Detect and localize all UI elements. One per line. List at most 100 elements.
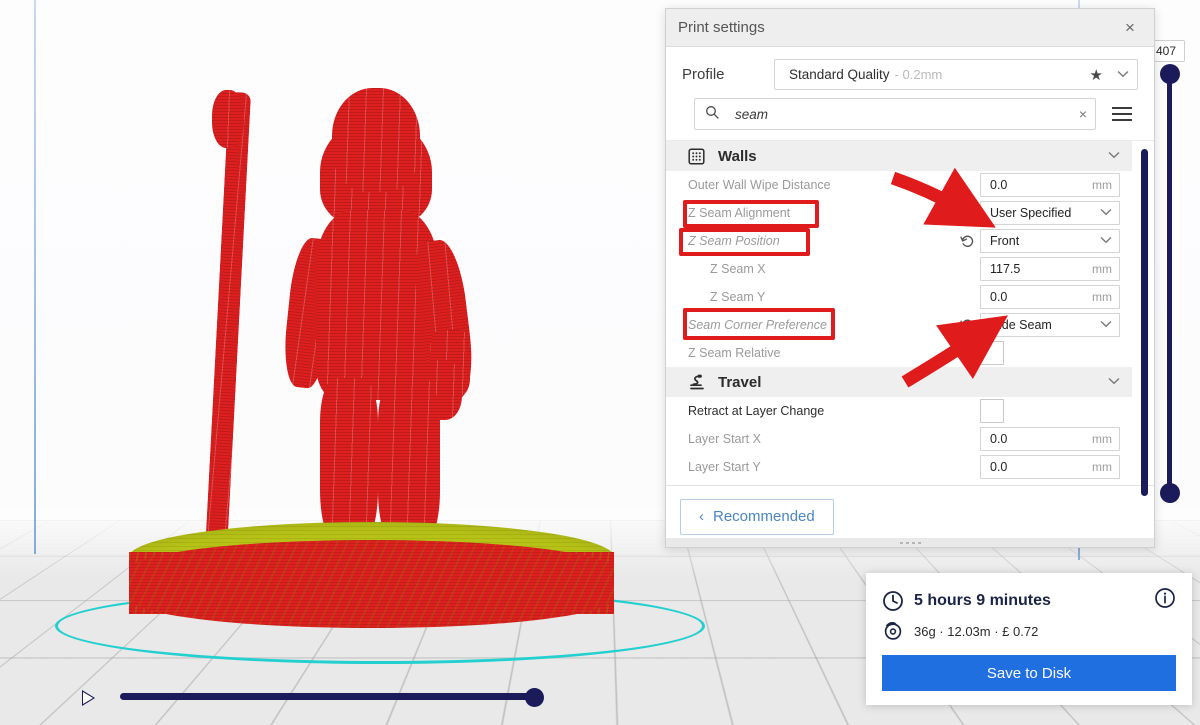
playback-slider-handle[interactable]: [525, 688, 544, 707]
setting-row[interactable]: Z Seam Y 0.0 mm: [666, 283, 1132, 311]
layer-slider-track[interactable]: [1167, 70, 1172, 502]
revert-icon[interactable]: [954, 234, 980, 249]
setting-label: Z Seam Position: [688, 234, 780, 248]
print-settings-panel: Print settings × Profile Standard Qualit…: [665, 8, 1155, 548]
settings-visibility-menu-icon[interactable]: [1106, 107, 1138, 121]
layer-slider-lower-handle[interactable]: [1160, 483, 1180, 503]
chevron-down-icon[interactable]: [1100, 319, 1112, 331]
setting-row[interactable]: Retract at Layer Change: [666, 397, 1132, 425]
model-base-bottom: [129, 540, 614, 628]
setting-label: Z Seam X: [710, 262, 766, 276]
sliced-model[interactable]: [120, 60, 620, 628]
chevron-left-icon: ‹: [699, 508, 704, 525]
setting-value: 0.0: [990, 460, 1008, 474]
print-time-value: 5 hours 9 minutes: [914, 591, 1051, 609]
setting-row[interactable]: Z Seam X 117.5 mm: [666, 255, 1132, 283]
recommended-button[interactable]: ‹ Recommended: [680, 498, 834, 535]
model-staff-top: [212, 90, 244, 148]
layer-slider-upper-handle[interactable]: [1160, 64, 1180, 84]
chevron-down-icon[interactable]: [1100, 207, 1112, 219]
model-staff: [202, 91, 252, 593]
setting-number-input[interactable]: 117.5 mm: [980, 257, 1120, 281]
setting-row[interactable]: Seam Corner Preference Hide Seam: [666, 311, 1132, 339]
settings-category-travel[interactable]: Travel: [666, 367, 1132, 397]
setting-dropdown[interactable]: Hide Seam: [980, 313, 1120, 337]
setting-number-input[interactable]: 0.0 mm: [980, 455, 1120, 479]
settings-scroll-area[interactable]: Walls Outer Wall Wipe Distance 0.0 mm Z Seam…: [666, 140, 1154, 485]
model-head: [332, 88, 420, 192]
setting-value: 0.0: [990, 178, 1008, 192]
setting-row[interactable]: Layer Start Y 0.0 mm: [666, 453, 1132, 481]
profile-sublabel: - 0.2mm: [894, 67, 943, 82]
setting-unit: mm: [1092, 290, 1112, 304]
setting-dropdown[interactable]: User Specified: [980, 201, 1120, 225]
close-icon[interactable]: ×: [1118, 16, 1142, 40]
profile-name: Standard Quality: [789, 67, 890, 82]
setting-value: Front: [990, 234, 1020, 248]
profile-select[interactable]: Standard Quality - 0.2mm ★: [774, 59, 1138, 90]
cura-application-window: 407 Print settings × Profile Standard Qu…: [0, 0, 1200, 725]
star-icon[interactable]: ★: [1090, 66, 1103, 84]
settings-category-walls[interactable]: Walls: [666, 141, 1132, 171]
setting-label: Retract at Layer Change: [688, 404, 825, 418]
setting-label: Z Seam Y: [710, 290, 766, 304]
spool-icon: [882, 620, 914, 642]
chevron-down-icon[interactable]: [1117, 69, 1129, 81]
setting-value: 0.0: [990, 290, 1008, 304]
clear-search-icon[interactable]: ×: [1079, 106, 1087, 122]
profile-row: Profile Standard Quality - 0.2mm ★: [666, 47, 1154, 98]
setting-number-input[interactable]: 0.0 mm: [980, 173, 1120, 197]
setting-value: Hide Seam: [990, 318, 1052, 332]
build-volume-edge-left: [34, 0, 36, 554]
setting-row[interactable]: Layer Start X 0.0 mm: [666, 425, 1132, 453]
setting-number-input[interactable]: 0.0 mm: [980, 427, 1120, 451]
save-to-disk-button[interactable]: Save to Disk: [882, 655, 1176, 691]
panel-resize-grip[interactable]: [666, 538, 1154, 547]
simulation-playback-bar[interactable]: [82, 687, 552, 711]
setting-checkbox[interactable]: [980, 341, 1004, 365]
setting-number-input[interactable]: 0.0 mm: [980, 285, 1120, 309]
settings-scrollbar[interactable]: [1141, 149, 1148, 496]
setting-value: User Specified: [990, 206, 1072, 220]
setting-unit: mm: [1092, 178, 1112, 192]
chevron-down-icon[interactable]: [1108, 376, 1120, 388]
setting-value: 0.0: [990, 432, 1008, 446]
profile-label: Profile: [682, 66, 725, 83]
clock-icon: [882, 590, 914, 612]
setting-unit: mm: [1092, 460, 1112, 474]
setting-label: Layer Start X: [688, 432, 761, 446]
setting-label: Layer Start Y: [688, 460, 761, 474]
chevron-down-icon[interactable]: [1108, 150, 1120, 162]
settings-list: Walls Outer Wall Wipe Distance 0.0 mm Z Seam…: [666, 141, 1154, 485]
print-job-card: 5 hours 9 minutes 36g · 12.03m · £ 0.72 …: [866, 573, 1192, 705]
setting-checkbox[interactable]: [980, 399, 1004, 423]
setting-value: 117.5: [990, 262, 1021, 276]
setting-label: Z Seam Relative: [688, 346, 781, 360]
setting-row[interactable]: Z Seam Relative: [666, 339, 1132, 367]
setting-unit: mm: [1092, 432, 1112, 446]
material-row: 36g · 12.03m · £ 0.72: [882, 620, 1176, 642]
setting-row[interactable]: Z Seam Position Front: [666, 227, 1132, 255]
search-value[interactable]: seam: [735, 107, 1079, 122]
category-label: Travel: [718, 373, 762, 391]
setting-label: Outer Wall Wipe Distance: [688, 178, 831, 192]
panel-header: Print settings ×: [666, 9, 1154, 47]
revert-icon[interactable]: [954, 318, 980, 333]
playback-slider-track[interactable]: [120, 693, 540, 700]
info-icon[interactable]: [1154, 587, 1176, 614]
play-icon-inner: [83, 692, 93, 704]
setting-unit: mm: [1092, 262, 1112, 276]
chevron-down-icon[interactable]: [1100, 235, 1112, 247]
panel-title: Print settings: [678, 19, 765, 36]
setting-row[interactable]: Outer Wall Wipe Distance 0.0 mm: [666, 171, 1132, 199]
setting-label: Seam Corner Preference: [688, 318, 827, 332]
setting-label: Z Seam Alignment: [688, 206, 791, 220]
print-time-row: 5 hours 9 minutes: [882, 587, 1176, 614]
search-input[interactable]: seam ×: [694, 98, 1096, 130]
walls-icon: [688, 147, 712, 165]
material-value: 36g · 12.03m · £ 0.72: [914, 623, 1039, 639]
setting-dropdown[interactable]: Front: [980, 229, 1120, 253]
setting-row[interactable]: Z Seam Alignment User Specified: [666, 199, 1132, 227]
recommended-label: Recommended: [713, 508, 815, 525]
category-label: Walls: [718, 147, 757, 165]
